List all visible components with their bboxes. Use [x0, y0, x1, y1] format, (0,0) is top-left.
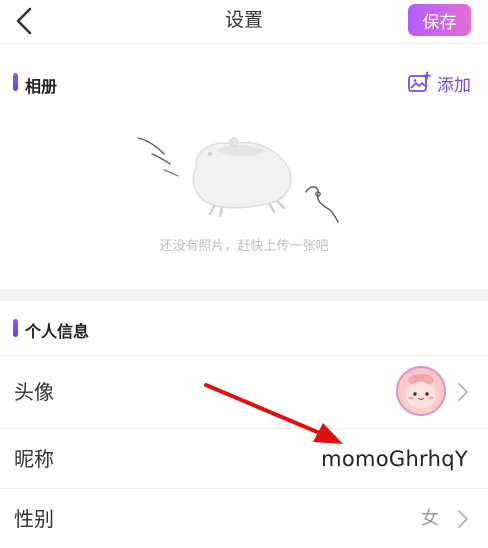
chevron-right-icon	[458, 383, 468, 401]
add-image-icon	[408, 71, 431, 92]
avatar-row-label: 头像	[14, 380, 54, 404]
section-accent-bar	[13, 73, 18, 91]
gender-row-label: 性别	[14, 507, 54, 531]
add-photo-button[interactable]: 添加	[407, 71, 471, 96]
empty-album-text: 还没有照片，赶快上传一张吧	[159, 239, 329, 254]
avatar	[396, 366, 446, 416]
settings-page: 设置 保存 相册 添加 还没有照片，赶快上传一张吧 个人信息 头像 昵称 mom…	[0, 0, 488, 548]
save-button[interactable]: 保存	[408, 4, 471, 36]
chevron-right-icon	[458, 510, 468, 528]
profile-section-title: 个人信息	[25, 322, 90, 341]
nickname-value: momoGhrhqY	[321, 447, 468, 471]
avatar-face-icon	[406, 374, 436, 408]
gender-row[interactable]: 性别 女	[0, 488, 488, 548]
album-section-title: 相册	[25, 77, 58, 96]
navbar: 设置 保存	[0, 0, 488, 44]
section-accent-bar	[13, 319, 18, 337]
nickname-row[interactable]: 昵称 momoGhrhqY	[0, 428, 488, 488]
add-photo-label: 添加	[437, 75, 471, 96]
avatar-row[interactable]: 头像	[0, 355, 488, 428]
gender-value: 女	[421, 508, 439, 529]
nickname-row-label: 昵称	[14, 447, 54, 471]
empty-album-illustration	[137, 137, 339, 223]
section-divider	[0, 289, 488, 301]
